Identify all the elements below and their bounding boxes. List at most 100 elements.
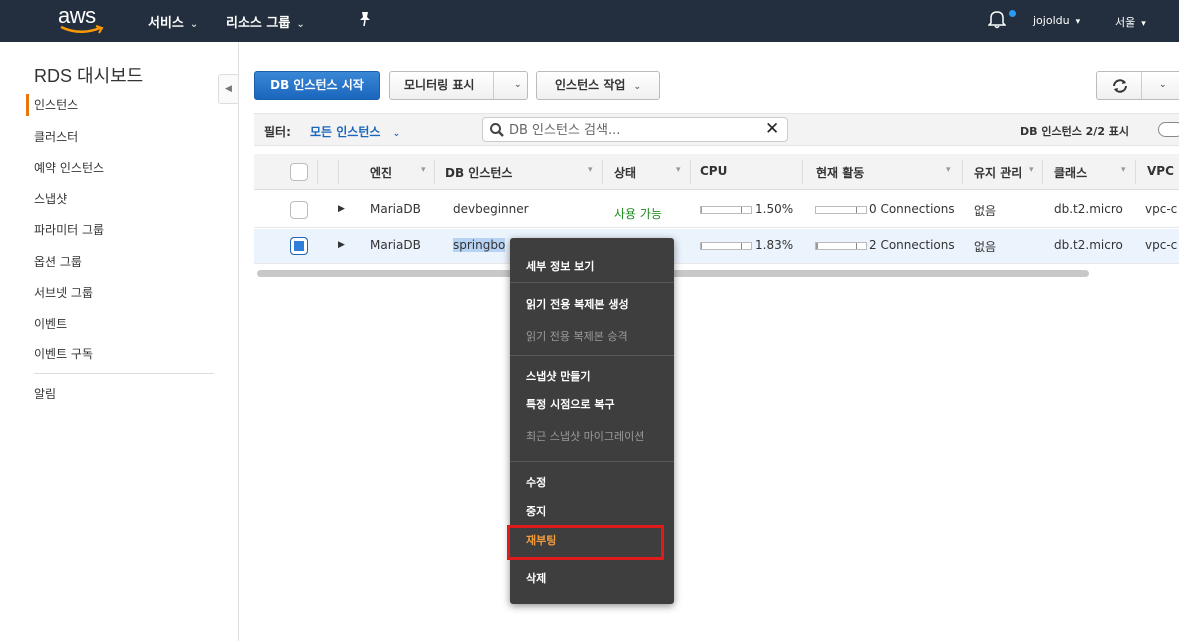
sidebar-collapse-button[interactable]: ◀ xyxy=(218,74,238,104)
table-header: 엔진 ▾ DB 인스턴스 ▾ 상태 ▾ CPU 현재 활동 ▾ 유지 관리 ▾ … xyxy=(254,154,1179,190)
sidebar-item-option-groups[interactable]: 옵션 그룹 xyxy=(34,253,82,270)
user-menu[interactable]: jojoldu ▾ xyxy=(1033,14,1080,27)
filter-dropdown-value: 모든 인스턴스 xyxy=(310,125,381,139)
sidebar-item-clusters[interactable]: 클러스터 xyxy=(34,128,78,145)
sidebar-item-event-subscriptions[interactable]: 이벤트 구독 xyxy=(34,345,93,362)
services-menu[interactable]: 서비스 ⌄ xyxy=(148,12,198,31)
column-header-vpc[interactable]: VPC xyxy=(1147,164,1174,178)
expand-row-icon[interactable]: ▶ xyxy=(338,240,345,250)
search-box[interactable]: ✕ xyxy=(482,117,788,142)
sort-icon[interactable]: ▾ xyxy=(1029,165,1034,175)
cell-class: db.t2.micro xyxy=(1054,202,1123,216)
caret-left-icon: ◀ xyxy=(225,84,232,94)
button-split-divider xyxy=(493,72,494,99)
notification-dot xyxy=(1009,10,1016,17)
show-monitoring-label: 모니터링 표시 xyxy=(404,78,475,92)
menu-item-promote-read-replica[interactable]: 읽기 전용 복제본 승격 xyxy=(526,328,628,344)
chevron-down-icon: ⌄ xyxy=(189,19,199,30)
activity-bar-fill xyxy=(816,243,818,249)
refresh-button[interactable]: ⌄ xyxy=(1096,71,1179,100)
column-header-class[interactable]: 클래스 xyxy=(1054,164,1087,181)
column-header-maintenance[interactable]: 유지 관리 xyxy=(974,164,1022,181)
user-menu-label: jojoldu xyxy=(1033,14,1070,27)
menu-item-stop[interactable]: 중지 xyxy=(526,503,546,519)
sidebar-item-instances[interactable]: 인스턴스 xyxy=(34,96,78,113)
menu-item-migrate-latest-snapshot[interactable]: 최근 스냅샷 마이그레이션 xyxy=(526,428,644,444)
column-separator xyxy=(602,160,603,184)
column-separator xyxy=(690,160,691,184)
cell-db-instance[interactable]: springbo xyxy=(453,238,506,252)
launch-db-instance-button[interactable]: DB 인스턴스 시작 xyxy=(254,71,380,100)
instance-actions-button[interactable]: 인스턴스 작업 ⌄ xyxy=(536,71,660,100)
cell-cpu: 1.83% xyxy=(755,238,794,252)
cell-engine: MariaDB xyxy=(370,202,421,216)
resource-groups-menu[interactable]: 리소스 그룹 ⌄ xyxy=(226,12,305,31)
cell-cpu: 1.50% xyxy=(755,202,794,216)
notification-bell-icon[interactable] xyxy=(987,9,1007,33)
clear-search-icon[interactable]: ✕ xyxy=(765,119,779,139)
table-row-selected[interactable]: ▶ MariaDB springbo 1.83% 2 Connections 없… xyxy=(254,229,1179,264)
refresh-icon xyxy=(1113,79,1127,93)
sidebar-item-snapshots[interactable]: 스냅샷 xyxy=(34,190,67,207)
sidebar-item-parameter-groups[interactable]: 파라미터 그룹 xyxy=(34,221,104,238)
column-separator xyxy=(962,160,963,184)
show-monitoring-button[interactable]: 모니터링 표시 ⌄ xyxy=(389,71,528,100)
cell-vpc[interactable]: vpc-c xyxy=(1145,238,1177,252)
sort-icon[interactable]: ▾ xyxy=(1121,165,1126,175)
row-checkbox-checked[interactable] xyxy=(290,237,308,255)
region-menu-label: 서울 xyxy=(1115,16,1136,29)
pin-icon[interactable] xyxy=(358,11,372,31)
sidebar-item-reserved-instances[interactable]: 예약 인스턴스 xyxy=(34,159,104,176)
select-all-checkbox[interactable] xyxy=(290,163,308,181)
sort-icon[interactable]: ▾ xyxy=(676,165,681,175)
activity-bar xyxy=(815,206,867,214)
cell-current-activity: 0 Connections xyxy=(869,202,955,216)
chevron-down-icon[interactable]: ⌄ xyxy=(1159,72,1167,99)
cell-vpc[interactable]: vpc-c xyxy=(1145,202,1177,216)
row-checkbox[interactable] xyxy=(290,201,308,219)
sidebar-item-subnet-groups[interactable]: 서브넷 그룹 xyxy=(34,284,93,301)
aws-smile-icon xyxy=(60,25,104,34)
column-header-db-instance[interactable]: DB 인스턴스 xyxy=(445,164,512,181)
cell-db-instance[interactable]: devbeginner xyxy=(453,202,529,216)
search-icon xyxy=(490,123,504,137)
sort-icon[interactable]: ▾ xyxy=(946,165,951,175)
menu-item-create-read-replica[interactable]: 읽기 전용 복제본 생성 xyxy=(526,296,629,312)
instance-count-label: DB 인스턴스 2/2 표시 xyxy=(1020,125,1130,138)
menu-separator xyxy=(510,282,674,283)
table-row[interactable]: ▶ MariaDB devbeginner 사용 가능 1.50% 0 Conn… xyxy=(254,193,1179,228)
expand-row-icon[interactable]: ▶ xyxy=(338,204,345,214)
activity-bar-threshold xyxy=(856,207,857,213)
instance-actions-label: 인스턴스 작업 xyxy=(555,78,626,92)
region-menu[interactable]: 서울 ▾ xyxy=(1115,14,1146,30)
menu-item-delete[interactable]: 삭제 xyxy=(526,570,546,586)
column-header-status[interactable]: 상태 xyxy=(614,164,636,181)
aws-logo[interactable]: aws xyxy=(58,3,108,37)
menu-item-restore-point-in-time[interactable]: 특정 시점으로 복구 xyxy=(526,396,615,412)
cell-class: db.t2.micro xyxy=(1054,238,1123,252)
activity-bar-threshold xyxy=(856,243,857,249)
menu-item-modify[interactable]: 수정 xyxy=(526,474,546,490)
search-input[interactable] xyxy=(509,121,749,139)
sort-icon[interactable]: ▾ xyxy=(421,165,426,175)
sidebar-title[interactable]: RDS 대시보드 xyxy=(34,62,143,88)
cell-maintenance: 없음 xyxy=(974,240,997,254)
column-header-engine[interactable]: 엔진 xyxy=(370,164,392,181)
toggle-switch[interactable] xyxy=(1158,122,1179,137)
sort-icon[interactable]: ▾ xyxy=(588,165,593,175)
sidebar-item-notifications[interactable]: 알림 xyxy=(34,385,56,402)
cpu-bar-threshold xyxy=(741,243,742,249)
menu-item-view-details[interactable]: 세부 정보 보기 xyxy=(526,258,594,274)
filter-dropdown[interactable]: 모든 인스턴스 ⌄ xyxy=(310,123,400,140)
reboot-highlight-box xyxy=(507,525,664,560)
chevron-down-icon[interactable]: ⌄ xyxy=(514,72,522,99)
sidebar-divider xyxy=(34,373,214,374)
cell-maintenance: 없음 xyxy=(974,204,997,218)
activity-bar xyxy=(815,242,867,250)
column-header-current-activity[interactable]: 현재 활동 xyxy=(816,164,864,181)
filter-label: 필터: xyxy=(264,125,291,139)
column-header-cpu[interactable]: CPU xyxy=(700,164,727,178)
sidebar-item-events[interactable]: 이벤트 xyxy=(34,315,67,332)
menu-item-take-snapshot[interactable]: 스냅샷 만들기 xyxy=(526,368,591,384)
button-split-divider xyxy=(1141,72,1142,99)
